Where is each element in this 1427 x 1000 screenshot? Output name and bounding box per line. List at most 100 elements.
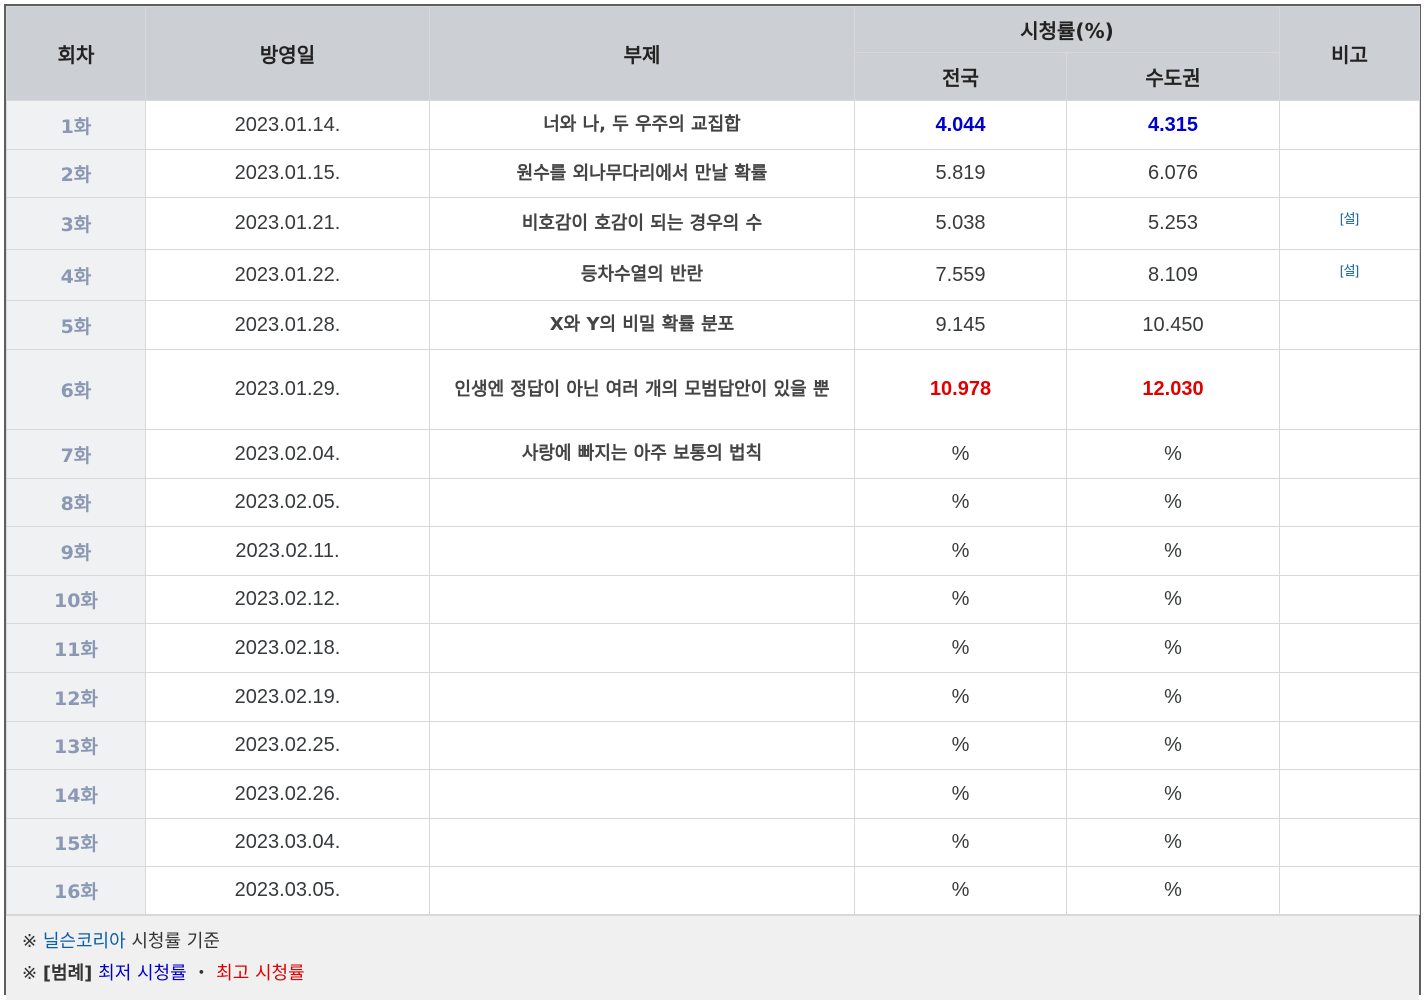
- episode-link[interactable]: 1화: [6, 100, 146, 150]
- episode-link[interactable]: 14화: [6, 769, 146, 819]
- table-row: 10화 2023.02.12.%%: [6, 575, 1420, 624]
- airdate-cell: 2023.02.11.: [145, 526, 430, 576]
- capital-rating-cell: %: [1066, 721, 1280, 770]
- capital-rating-cell: %: [1066, 429, 1280, 479]
- table-row: 2화 2023.01.15. 원수를 외나무다리에서 만날 확률 5.819 6.076: [6, 149, 1420, 198]
- airdate-cell: 2023.01.21.: [145, 197, 430, 250]
- capital-rating-cell: %: [1066, 575, 1280, 624]
- airdate-cell: 2023.01.14.: [145, 100, 430, 150]
- nationwide-rating-cell: %: [854, 623, 1067, 673]
- subtitle-cell: [429, 866, 855, 915]
- table-footer: ※ 닐슨코리아 시청률 기준 ※ [범례] 최저 시청률 ・ 최고 시청률: [6, 915, 1419, 1000]
- airdate-cell: 2023.01.22.: [145, 249, 430, 301]
- table-row: 9화 2023.02.11.%%: [6, 526, 1420, 576]
- capital-rating-cell: %: [1066, 769, 1280, 819]
- note-cell: [1279, 818, 1420, 867]
- note-cell: [1279, 478, 1420, 527]
- subtitle-cell: [429, 526, 855, 576]
- table-row: 16화 2023.03.05.%%: [6, 866, 1420, 915]
- nationwide-rating-cell: 5.819: [854, 149, 1067, 198]
- ratings-table-container: 회차 방영일 부제 시청률(%) 비고 전국 수도권 1화 2023.01.14.…: [4, 4, 1421, 1000]
- episode-link[interactable]: 13화: [6, 721, 146, 770]
- subtitle-cell: [429, 721, 855, 770]
- episode-link[interactable]: 12화: [6, 672, 146, 722]
- nationwide-rating-cell: %: [854, 672, 1067, 722]
- nationwide-rating-cell: 4.044: [854, 100, 1067, 150]
- footer-source-text: 시청률 기준: [125, 931, 220, 952]
- capital-rating-cell: 5.253: [1066, 197, 1280, 250]
- episode-link[interactable]: 8화: [6, 478, 146, 527]
- note-cell: [1279, 866, 1420, 915]
- footnote-link[interactable]: [설]: [1340, 260, 1359, 279]
- episode-link[interactable]: 9화: [6, 526, 146, 576]
- capital-rating-cell: 4.315: [1066, 100, 1280, 150]
- subtitle-cell: [429, 769, 855, 819]
- episode-link[interactable]: 6화: [6, 349, 146, 430]
- table-row: 12화 2023.02.19.%%: [6, 672, 1420, 722]
- episode-link[interactable]: 2화: [6, 149, 146, 198]
- note-cell: [1279, 349, 1420, 430]
- note-cell: [1279, 575, 1420, 624]
- capital-rating-cell: %: [1066, 818, 1280, 867]
- header-nationwide: 전국: [854, 52, 1067, 101]
- nationwide-rating-cell: 10.978: [854, 349, 1067, 430]
- episode-link[interactable]: 5화: [6, 300, 146, 350]
- note-cell: [1279, 721, 1420, 770]
- note-cell: [1279, 429, 1420, 479]
- airdate-cell: 2023.02.19.: [145, 672, 430, 722]
- note-cell: [설]: [1279, 197, 1420, 250]
- subtitle-cell: 인생엔 정답이 아닌 여러 개의 모범답안이 있을 뿐: [429, 349, 855, 430]
- note-cell: [1279, 769, 1420, 819]
- note-cell: [1279, 100, 1420, 150]
- episode-link[interactable]: 16화: [6, 866, 146, 915]
- capital-rating-cell: %: [1066, 526, 1280, 576]
- nationwide-rating-cell: 5.038: [854, 197, 1067, 250]
- header-note: 비고: [1279, 6, 1420, 101]
- subtitle-cell: [429, 672, 855, 722]
- capital-rating-cell: %: [1066, 866, 1280, 915]
- subtitle-cell: 비호감이 호감이 되는 경우의 수: [429, 197, 855, 250]
- airdate-cell: 2023.02.18.: [145, 623, 430, 673]
- nationwide-rating-cell: %: [854, 429, 1067, 479]
- capital-rating-cell: 10.450: [1066, 300, 1280, 350]
- episode-link[interactable]: 10화: [6, 575, 146, 624]
- reference-mark: ※: [22, 931, 38, 952]
- table-row: 3화 2023.01.21. 비호감이 호감이 되는 경우의 수 5.038 5.253…: [6, 197, 1420, 250]
- nationwide-rating-cell: %: [854, 526, 1067, 576]
- note-cell: [설]: [1279, 249, 1420, 301]
- episode-link[interactable]: 4화: [6, 249, 146, 301]
- nationwide-rating-cell: 7.559: [854, 249, 1067, 301]
- capital-rating-cell: %: [1066, 623, 1280, 673]
- capital-rating-cell: 8.109: [1066, 249, 1280, 301]
- nationwide-rating-cell: %: [854, 818, 1067, 867]
- table-row: 14화 2023.02.26.%%: [6, 769, 1420, 819]
- airdate-cell: 2023.02.04.: [145, 429, 430, 479]
- nationwide-rating-cell: %: [854, 721, 1067, 770]
- table-row: 8화 2023.02.05.%%: [6, 478, 1420, 527]
- footnote-link[interactable]: [설]: [1340, 208, 1359, 227]
- capital-rating-cell: %: [1066, 672, 1280, 722]
- table-row: 6화 2023.01.29. 인생엔 정답이 아닌 여러 개의 모범답안이 있을 뿐…: [6, 349, 1420, 430]
- nationwide-rating-cell: %: [854, 769, 1067, 819]
- capital-rating-cell: 6.076: [1066, 149, 1280, 198]
- ratings-table: 회차 방영일 부제 시청률(%) 비고 전국 수도권 1화 2023.01.14.…: [6, 6, 1420, 915]
- subtitle-cell: X와 Y의 비밀 확률 분포: [429, 300, 855, 350]
- subtitle-cell: [429, 575, 855, 624]
- table-row: 7화 2023.02.04. 사랑에 빠지는 아주 보통의 법칙%%: [6, 429, 1420, 479]
- episode-link[interactable]: 7화: [6, 429, 146, 479]
- episode-link[interactable]: 11화: [6, 623, 146, 673]
- note-cell: [1279, 526, 1420, 576]
- footer-legend-line: ※ [범례] 최저 시청률 ・ 최고 시청률: [22, 958, 1403, 990]
- legend-separator: ・: [192, 963, 211, 984]
- capital-rating-cell: 12.030: [1066, 349, 1280, 430]
- nationwide-rating-cell: %: [854, 575, 1067, 624]
- header-ratings: 시청률(%): [854, 6, 1280, 53]
- table-row: 15화 2023.03.04.%%: [6, 818, 1420, 867]
- subtitle-cell: [429, 478, 855, 527]
- nielsen-korea-link[interactable]: 닐슨코리아: [43, 931, 126, 952]
- airdate-cell: 2023.01.29.: [145, 349, 430, 430]
- note-cell: [1279, 149, 1420, 198]
- episode-link[interactable]: 15화: [6, 818, 146, 867]
- airdate-cell: 2023.02.25.: [145, 721, 430, 770]
- episode-link[interactable]: 3화: [6, 197, 146, 250]
